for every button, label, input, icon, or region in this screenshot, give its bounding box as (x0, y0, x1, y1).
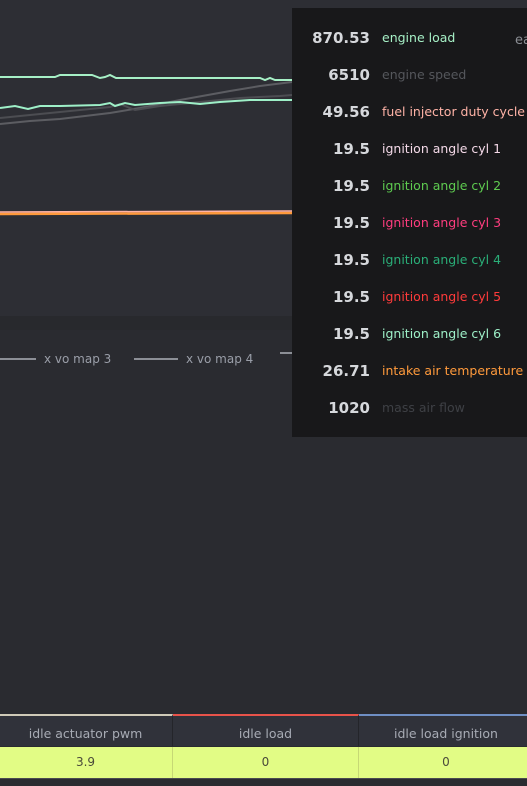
tooltip-value: 6510 (328, 66, 370, 84)
tooltip-value: 26.71 (322, 362, 370, 380)
legend-label: x vo map 3 (44, 352, 112, 366)
legend-item[interactable]: x vo map 4 (134, 352, 253, 366)
tooltip-row: 19.5 ignition angle cyl 2 (292, 176, 527, 196)
column-header-idle-actuator-pwm[interactable]: idle actuator pwm (0, 714, 173, 746)
cell-idle-actuator-pwm: 3.9 (0, 747, 173, 778)
tooltip-series-label: fuel injector duty cycle (382, 104, 525, 119)
tooltip-row: 6510 engine speed (292, 65, 527, 85)
tooltip-value: 19.5 (332, 140, 370, 158)
tooltip-value: 19.5 (332, 288, 370, 306)
tooltip-partial-label: ea (515, 33, 527, 48)
tooltip-series-label: intake air temperature (382, 363, 524, 378)
cell-idle-load: 0 (173, 747, 359, 778)
tooltip-series-label: mass air flow (382, 400, 465, 415)
legend-item[interactable]: x vo map 3 (0, 352, 111, 366)
tooltip-value: 19.5 (332, 177, 370, 195)
legend-label: x vo map 4 (186, 352, 254, 366)
tooltip-series-label: ignition angle cyl 2 (382, 178, 502, 193)
tooltip-value: 19.5 (332, 325, 370, 343)
tooltip-row: 19.5 ignition angle cyl 1 (292, 139, 527, 159)
column-header-idle-load-ignition[interactable]: idle load ignition (359, 714, 527, 746)
legend-line-icon (0, 358, 36, 360)
tooltip-row: 19.5 ignition angle cyl 6 (292, 324, 527, 344)
series-line-engine-speed (0, 81, 293, 125)
tooltip-row: 26.71 intake air temperature (292, 361, 527, 381)
tooltip-row: 1020 mass air flow (292, 398, 527, 418)
tooltip-series-label: ignition angle cyl 5 (382, 289, 502, 304)
series-line-intake-air-temp (0, 211, 293, 216)
tooltip-series-label: ignition angle cyl 6 (382, 326, 502, 341)
cell-idle-load-ignition: 0 (359, 747, 527, 778)
tooltip-value: 19.5 (332, 214, 370, 232)
column-header-idle-load[interactable]: idle load (173, 714, 359, 746)
tooltip-value: 49.56 (322, 103, 370, 121)
tooltip-value: 1020 (328, 399, 370, 417)
tooltip-row: 19.5 ignition angle cyl 4 (292, 250, 527, 270)
tooltip-series-label: engine load (382, 30, 456, 45)
legend-line-icon (134, 358, 178, 360)
tooltip-value: 19.5 (332, 251, 370, 269)
chart-tooltip: 870.53 engine load 6510 engine speed 49.56 fu… (292, 8, 527, 437)
tooltip-series-label: ignition angle cyl 3 (382, 215, 502, 230)
tooltip-value: 870.53 (312, 29, 370, 47)
tooltip-row: 870.53 engine load (292, 28, 527, 48)
tooltip-row: 19.5 ignition angle cyl 5 (292, 287, 527, 307)
tooltip-row: 19.5 ignition angle cyl 3 (292, 213, 527, 233)
series-line-engine-load (0, 73, 292, 82)
series-line-fuel-injector (0, 210, 293, 213)
tooltip-series-label: ignition angle cyl 1 (382, 141, 502, 156)
tooltip-series-label: ignition angle cyl 4 (382, 252, 502, 267)
tooltip-row: 49.56 fuel injector duty cycle (292, 102, 527, 122)
tooltip-series-label: engine speed (382, 67, 467, 82)
